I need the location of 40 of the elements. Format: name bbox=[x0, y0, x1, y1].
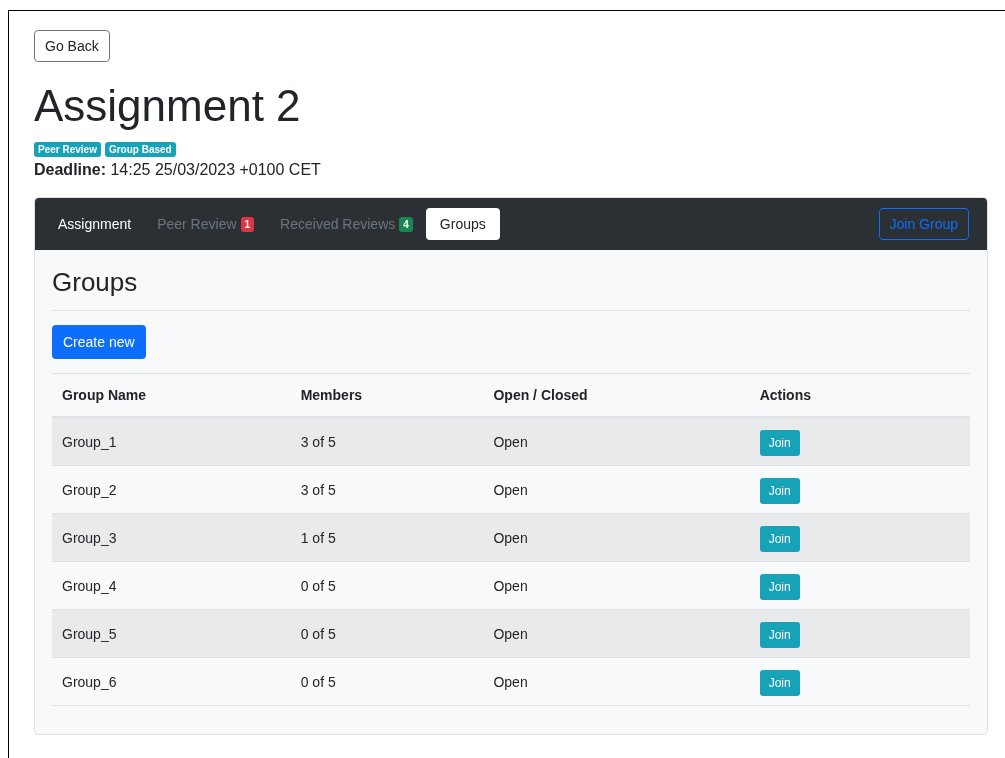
table-cell: Group_2 bbox=[62, 481, 117, 498]
tab[interactable]: Groups bbox=[425, 208, 500, 241]
join-button[interactable]: Join bbox=[759, 478, 800, 505]
table-cell: 0 of 5 bbox=[300, 577, 336, 594]
tag: Group Based bbox=[104, 142, 176, 158]
table-cell: Group_3 bbox=[62, 529, 117, 546]
table-cell: Open bbox=[493, 433, 528, 450]
tab[interactable]: Assignment bbox=[45, 208, 145, 241]
table-cell: 3 of 5 bbox=[300, 481, 336, 498]
deadline-text: Deadline: 14:25 25/03/2023 +0100 CET bbox=[34, 161, 322, 180]
table-cell: Open bbox=[493, 625, 528, 642]
join-group-button[interactable]: Join Group bbox=[878, 208, 969, 241]
table-cell: Open bbox=[493, 577, 528, 594]
go-back-button[interactable]: Go Back bbox=[34, 30, 110, 62]
table-cell: Group_1 bbox=[62, 433, 117, 450]
create-new-button[interactable]: Create new bbox=[52, 325, 146, 360]
section-title: Groups bbox=[52, 267, 139, 299]
join-button[interactable]: Join bbox=[759, 670, 800, 697]
table-cell: Open bbox=[493, 529, 528, 546]
column-header: Actions bbox=[759, 387, 811, 404]
column-header: Members bbox=[300, 387, 363, 404]
join-button[interactable]: Join bbox=[759, 430, 800, 457]
table-cell: 3 of 5 bbox=[300, 433, 336, 450]
tag: Peer Review bbox=[34, 142, 101, 158]
count-badge: 4 bbox=[399, 216, 413, 232]
count-badge: 1 bbox=[240, 216, 255, 232]
join-button[interactable]: Join bbox=[759, 574, 800, 601]
column-header: Group Name bbox=[62, 387, 146, 404]
table-cell: Group_4 bbox=[62, 577, 117, 594]
page-title: Assignment 2 bbox=[34, 82, 302, 131]
table-cell: 1 of 5 bbox=[300, 529, 336, 546]
table-cell: 0 of 5 bbox=[300, 625, 336, 642]
table-cell: Group_6 bbox=[62, 673, 117, 690]
join-button[interactable]: Join bbox=[759, 526, 800, 553]
table-cell: 0 of 5 bbox=[300, 673, 336, 690]
join-button[interactable]: Join bbox=[759, 622, 800, 649]
table-cell: Open bbox=[493, 481, 528, 498]
column-header: Open / Closed bbox=[493, 387, 588, 404]
table-cell: Group_5 bbox=[62, 625, 117, 642]
table-cell: Open bbox=[493, 673, 528, 690]
